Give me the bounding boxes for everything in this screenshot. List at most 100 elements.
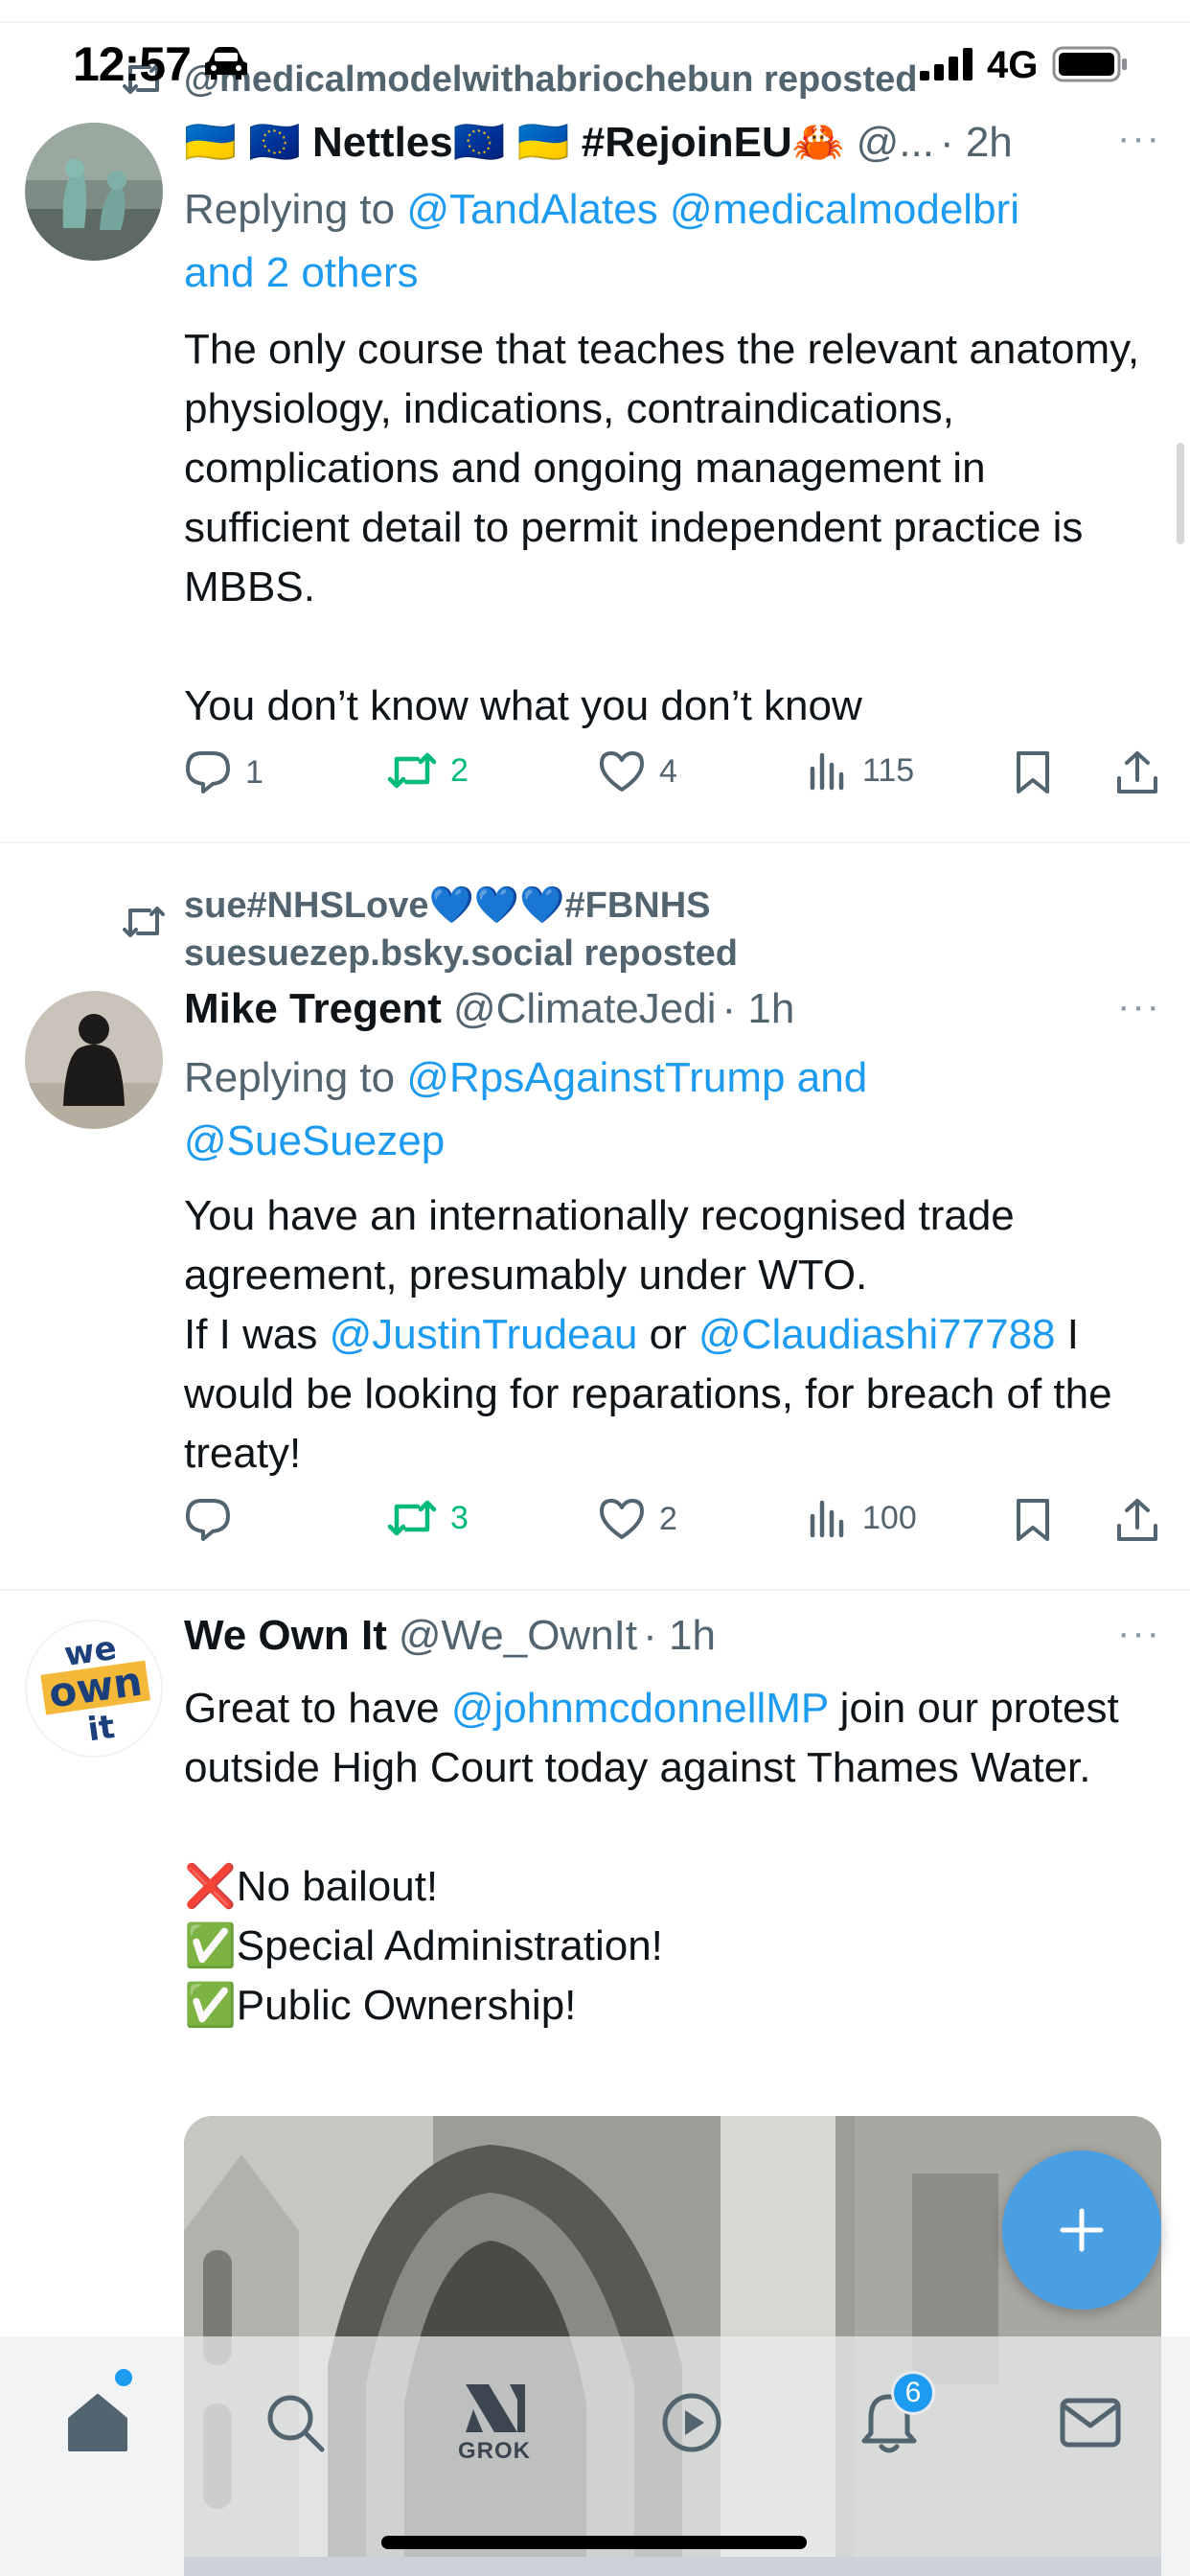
tweet-text: You have an internationally recognised t… [184, 1186, 1161, 1484]
grok-icon [466, 2384, 525, 2432]
tweet-actions: 1 2 4 115 [184, 749, 1171, 807]
tweet-text-part: or [637, 1311, 699, 1358]
tab-search[interactable] [238, 2365, 353, 2480]
replying-label: Replying to [184, 186, 407, 233]
mail-icon [1060, 2398, 1121, 2448]
replying-to: Replying to @TandAlates @medicalmodelbri… [184, 178, 1142, 305]
car-icon [205, 47, 247, 80]
replying-label: Replying to [184, 1054, 407, 1101]
home-indicator [381, 2536, 807, 2549]
tweet-text-part: If I was [184, 1311, 330, 1358]
battery-icon [1052, 46, 1127, 82]
tweet[interactable]: @medicalmodelwithabriochebun reposted 🇺🇦… [0, 0, 1190, 843]
repost-icon [387, 752, 437, 789]
repost-button[interactable]: 2 [387, 749, 469, 792]
signal-icon [920, 48, 973, 80]
reply-count: 1 [245, 753, 263, 791]
status-time: 12:57 [73, 37, 192, 91]
notification-badge: 6 [891, 2371, 935, 2415]
timestamp: · 2h [939, 119, 1013, 166]
tab-home[interactable] [40, 2365, 155, 2480]
share-button[interactable] [1115, 1497, 1159, 1543]
reposted-by-name: sue#NHSLove💙💙💙#FBNHS [184, 886, 711, 926]
share-button[interactable] [1115, 749, 1159, 795]
unread-dot [115, 2369, 132, 2386]
timestamp: · 1h [643, 1612, 716, 1659]
avatar[interactable] [25, 991, 163, 1129]
reposted-by[interactable]: sue#NHSLove💙💙💙#FBNHS suesuezep.bsky.soci… [184, 882, 738, 978]
like-icon [600, 751, 644, 792]
repost-count: 2 [450, 751, 469, 789]
bookmark-button[interactable] [1014, 1497, 1052, 1543]
handle[interactable]: @... [857, 119, 934, 167]
reply-button[interactable]: 1 [184, 749, 263, 795]
replying-to: Replying to @RpsAgainstTrump and @SueSue… [184, 1046, 1142, 1173]
search-icon [267, 2395, 325, 2452]
like-icon [600, 1499, 644, 1539]
plus-icon [1060, 2208, 1104, 2252]
tweet-text-part: Great to have [184, 1685, 451, 1732]
tweet[interactable]: sue#NHSLove💙💙💙#FBNHS suesuezep.bsky.soci… [0, 843, 1190, 1591]
like-button[interactable]: 4 [598, 749, 677, 794]
repost-count: 3 [450, 1499, 469, 1536]
more-options-button[interactable]: ··· [1117, 985, 1161, 1028]
tab-grok[interactable]: GROK [437, 2365, 552, 2480]
reply-icon [186, 751, 230, 794]
grok-label: GROK [458, 2438, 531, 2464]
tweet-line: ✅Special Administration! [184, 1922, 663, 1969]
tweet-header: Mike Tregent @ClimateJedi · 1h [184, 985, 794, 1033]
timestamp: · 1h [721, 985, 795, 1032]
mention-link[interactable]: @Claudiashi77788 [698, 1311, 1055, 1358]
repost-button[interactable]: 3 [387, 1497, 469, 1539]
repost-icon [387, 1500, 437, 1536]
view-count: 100 [862, 1499, 917, 1536]
others-link[interactable]: and 2 others [184, 249, 419, 296]
bookmark-button[interactable] [1014, 749, 1052, 795]
like-button[interactable]: 2 [598, 1497, 677, 1541]
bookmark-icon [1017, 1499, 1049, 1541]
reply-button[interactable] [184, 1497, 245, 1543]
mention-link[interactable]: @RpsAgainstTrump and [406, 1054, 867, 1101]
mention-link[interactable]: @JustinTrudeau [330, 1311, 638, 1358]
like-count: 2 [659, 1500, 677, 1537]
handle[interactable]: @We_OwnIt [399, 1612, 637, 1660]
tab-video[interactable] [634, 2365, 749, 2480]
tweet-paragraph: Great to have @johnmcdonnellMP join our … [184, 1679, 1161, 1798]
avatar[interactable]: we own it [25, 1620, 163, 1758]
tweet-text: The only course that teaches the relevan… [184, 320, 1161, 736]
tweet-line: ❌No bailout! [184, 1863, 439, 1910]
more-options-button[interactable]: ··· [1117, 1612, 1161, 1655]
like-count: 4 [659, 752, 677, 790]
avatar-logo-text: own [40, 1657, 150, 1717]
views-button[interactable]: 100 [807, 1497, 917, 1539]
repost-icon [123, 907, 165, 937]
tab-notifications[interactable]: 6 [832, 2365, 947, 2480]
mention-link[interactable]: @SueSuezep [184, 1117, 445, 1164]
tweet-header: We Own It @We_OwnIt · 1h [184, 1612, 716, 1660]
home-icon [68, 2394, 127, 2451]
avatar[interactable] [25, 123, 163, 261]
tweet-paragraph: You have an internationally recognised t… [184, 1192, 1015, 1299]
reposted-by-label: suesuezep.bsky.social reposted [184, 933, 738, 974]
tab-messages[interactable] [1033, 2365, 1148, 2480]
tweet-text: Great to have @johnmcdonnellMP join our … [184, 1679, 1161, 2036]
mention-link[interactable]: @johnmcdonnellMP [451, 1685, 829, 1732]
tweet-line: ✅Public Ownership! [184, 1982, 577, 2029]
views-icon [810, 1500, 844, 1538]
compose-button[interactable] [1002, 2150, 1161, 2310]
play-icon [662, 2393, 721, 2452]
tweet-actions: 3 2 100 [184, 1497, 1171, 1554]
handle[interactable]: @ClimateJedi [453, 985, 717, 1033]
view-count: 115 [862, 751, 915, 789]
tweet-paragraph: The only course that teaches the relevan… [184, 326, 1140, 610]
status-bar: 12:57 4G [0, 0, 1190, 125]
mention-link[interactable]: @TandAlates @medicalmodelbri [406, 186, 1019, 233]
tweet-paragraph: You don’t know what you don’t know [184, 682, 862, 729]
views-button[interactable]: 115 [807, 749, 914, 792]
network-label: 4G [987, 44, 1039, 86]
share-icon [1117, 1499, 1157, 1541]
bookmark-icon [1017, 751, 1049, 794]
display-name[interactable]: We Own It [184, 1612, 387, 1660]
views-icon [810, 752, 844, 791]
display-name[interactable]: Mike Tregent [184, 985, 442, 1033]
